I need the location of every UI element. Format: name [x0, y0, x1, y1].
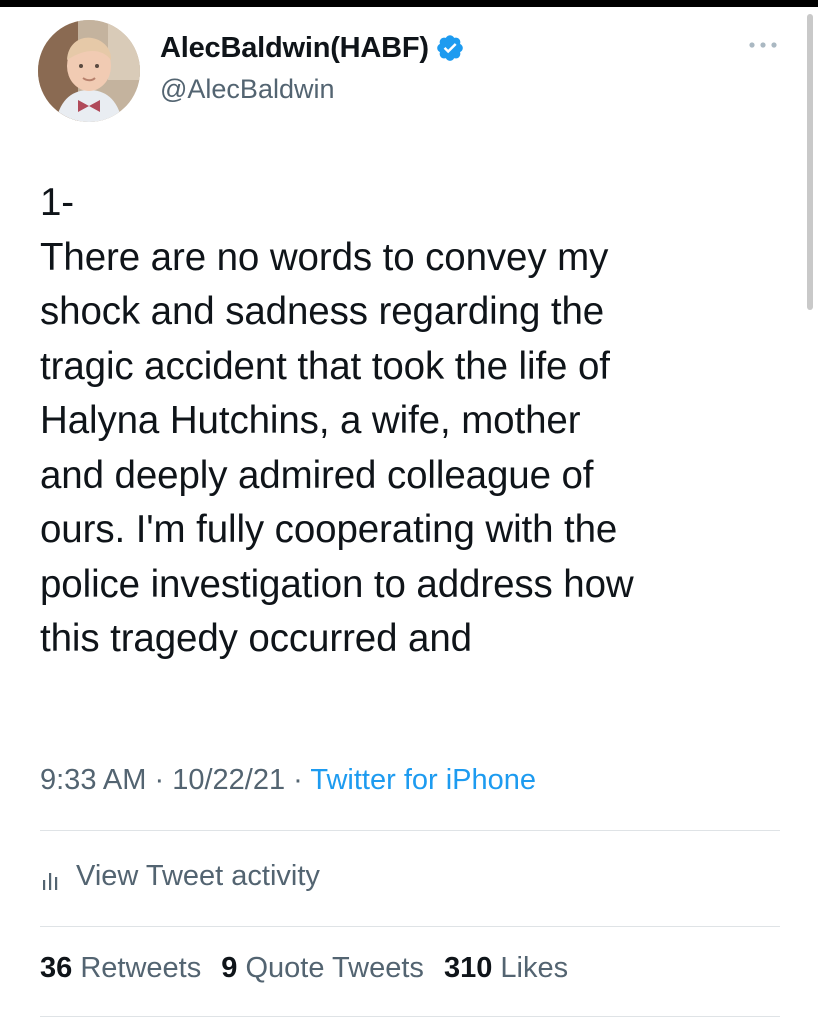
likes-label: Likes — [500, 952, 569, 984]
meta-separator: · — [154, 764, 165, 796]
tweet-stats: 36 Retweets 9 Quote Tweets 310 Likes — [40, 952, 580, 985]
divider — [40, 830, 780, 831]
view-tweet-activity-button[interactable]: View Tweet activity — [40, 856, 320, 896]
tweet-date[interactable]: 10/22/21 — [172, 764, 285, 796]
tweet-meta: 9:33 AM · 10/22/21 · Twitter for iPhone — [40, 764, 536, 797]
more-horizontal-icon[interactable] — [745, 38, 781, 52]
divider — [40, 1016, 780, 1017]
divider — [40, 926, 780, 927]
tweet-time[interactable]: 9:33 AM — [40, 764, 146, 796]
quote-tweets-stat[interactable]: 9 Quote Tweets — [221, 952, 424, 984]
status-bar-edge — [0, 0, 818, 7]
retweets-stat[interactable]: 36 Retweets — [40, 952, 201, 984]
meta-separator: · — [293, 764, 303, 796]
verified-badge-icon — [435, 33, 465, 63]
scrollbar[interactable] — [807, 14, 813, 310]
quote-tweets-count: 9 — [221, 952, 238, 984]
retweets-label: Retweets — [80, 952, 202, 984]
likes-stat[interactable]: 310 Likes — [444, 952, 568, 984]
tweet-text: 1- There are no words to convey my shock… — [40, 181, 634, 660]
retweets-count: 36 — [40, 952, 73, 984]
likes-count: 310 — [443, 952, 493, 984]
profile-photo-icon — [38, 20, 140, 122]
author-display-name[interactable]: AlecBaldwin(HABF) — [160, 32, 429, 65]
quote-tweets-label: Quote Tweets — [245, 952, 424, 984]
bar-chart-icon — [40, 867, 64, 891]
author-name[interactable]: AlecBaldwin(HABF) — [160, 30, 465, 66]
author-handle[interactable]: @AlecBaldwin — [160, 74, 335, 105]
view-tweet-activity-label: View Tweet activity — [76, 859, 320, 892]
tweet-source-link[interactable]: Twitter for iPhone — [310, 764, 536, 796]
avatar[interactable] — [38, 20, 140, 122]
